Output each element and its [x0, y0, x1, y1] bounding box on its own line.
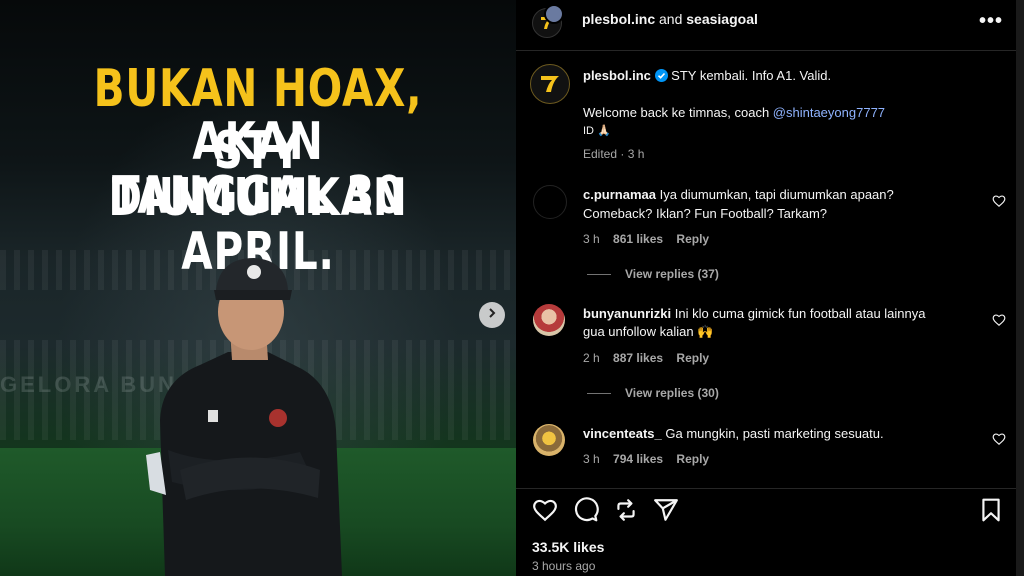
view-replies-button[interactable]: View replies (30)	[587, 384, 719, 402]
heart-icon[interactable]	[992, 432, 1006, 446]
comment-avatar[interactable]	[533, 185, 567, 219]
comment-text: c.purnamaa Iya diumumkan, tapi diumumkan…	[583, 187, 894, 202]
comment-meta: 3 h 861 likes Reply	[583, 230, 709, 248]
next-image-button[interactable]	[479, 302, 505, 328]
comment-time[interactable]: 3 h	[583, 232, 600, 246]
post-details-panel: plesbol.inc and seasiagoal ••• plesbol.i…	[516, 0, 1016, 576]
likes-count[interactable]: 33.5K likes	[532, 538, 604, 556]
heart-icon[interactable]	[992, 194, 1006, 208]
caption-text: STY kembali. Info A1. Valid.	[671, 68, 832, 83]
caption-line-1: plesbol.inc STY kembali. Info A1. Valid.	[583, 67, 831, 87]
comment-username[interactable]: vincenteats_	[583, 426, 662, 441]
repost-icon[interactable]	[613, 497, 639, 523]
bookmark-icon[interactable]	[978, 497, 1004, 523]
comment-icon[interactable]	[573, 497, 599, 523]
header-accounts: plesbol.inc and seasiagoal	[582, 11, 758, 27]
header-account-1[interactable]: plesbol.inc	[582, 11, 655, 27]
collab-avatar[interactable]	[544, 4, 564, 24]
view-replies-button[interactable]: View replies (37)	[587, 265, 719, 283]
heart-icon[interactable]	[532, 497, 558, 523]
comment-likes[interactable]: 887 likes	[613, 351, 663, 365]
more-options-icon[interactable]: •••	[979, 10, 1003, 33]
comment-meta: 2 h 887 likes Reply	[583, 349, 709, 367]
coach-figure	[146, 258, 342, 576]
comment-reply-button[interactable]: Reply	[676, 232, 709, 246]
comment-text: vincenteats_ Ga mungkin, pasti marketing…	[583, 426, 884, 441]
comment-text-line-2: Comeback? Iklan? Fun Football? Tarkam?	[583, 206, 827, 221]
caption-username[interactable]: plesbol.inc	[583, 68, 651, 83]
comment-text-line-2: gua unfollow kalian 🙌	[583, 324, 714, 339]
chevron-right-icon	[486, 306, 498, 324]
share-icon[interactable]	[653, 497, 679, 523]
comment-reply-button[interactable]: Reply	[676, 452, 709, 466]
action-bar	[516, 488, 1016, 529]
caption-line-2: Welcome back ke timnas, coach @shintaeyo…	[583, 105, 886, 120]
scrollbar[interactable]	[1016, 0, 1024, 576]
comment-time[interactable]: 3 h	[583, 452, 600, 466]
comment-avatar[interactable]	[533, 304, 565, 336]
comment-username[interactable]: bunyanunrizki	[583, 306, 671, 321]
caption-line-3: ID 🙏🏻	[583, 125, 611, 137]
comment-text: bunyanunrizki Ini klo cuma gimick fun fo…	[583, 306, 926, 321]
post-time[interactable]: 3 hours ago	[532, 557, 595, 575]
post-image[interactable]: GELORA BUNG KA BUKAN HOAX, STY AKAN DIUM…	[0, 0, 516, 576]
post-header: plesbol.inc and seasiagoal •••	[516, 0, 1016, 51]
comment-avatar[interactable]	[533, 424, 565, 456]
comment-reply-button[interactable]: Reply	[676, 351, 709, 365]
comment-username[interactable]: c.purnamaa	[583, 187, 656, 202]
verified-icon	[654, 69, 668, 87]
comment-time[interactable]: 2 h	[583, 351, 600, 365]
heart-icon[interactable]	[992, 313, 1006, 327]
header-account-2[interactable]: seasiagoal	[686, 11, 758, 27]
comment-meta: 3 h 794 likes Reply	[583, 450, 709, 468]
comment-likes[interactable]: 861 likes	[613, 232, 663, 246]
comment-likes[interactable]: 794 likes	[613, 452, 663, 466]
caption-mention[interactable]: @shintaeyong7777	[773, 105, 885, 120]
caption-meta: Edited · 3 h	[583, 147, 645, 161]
caption-avatar[interactable]	[530, 64, 570, 104]
